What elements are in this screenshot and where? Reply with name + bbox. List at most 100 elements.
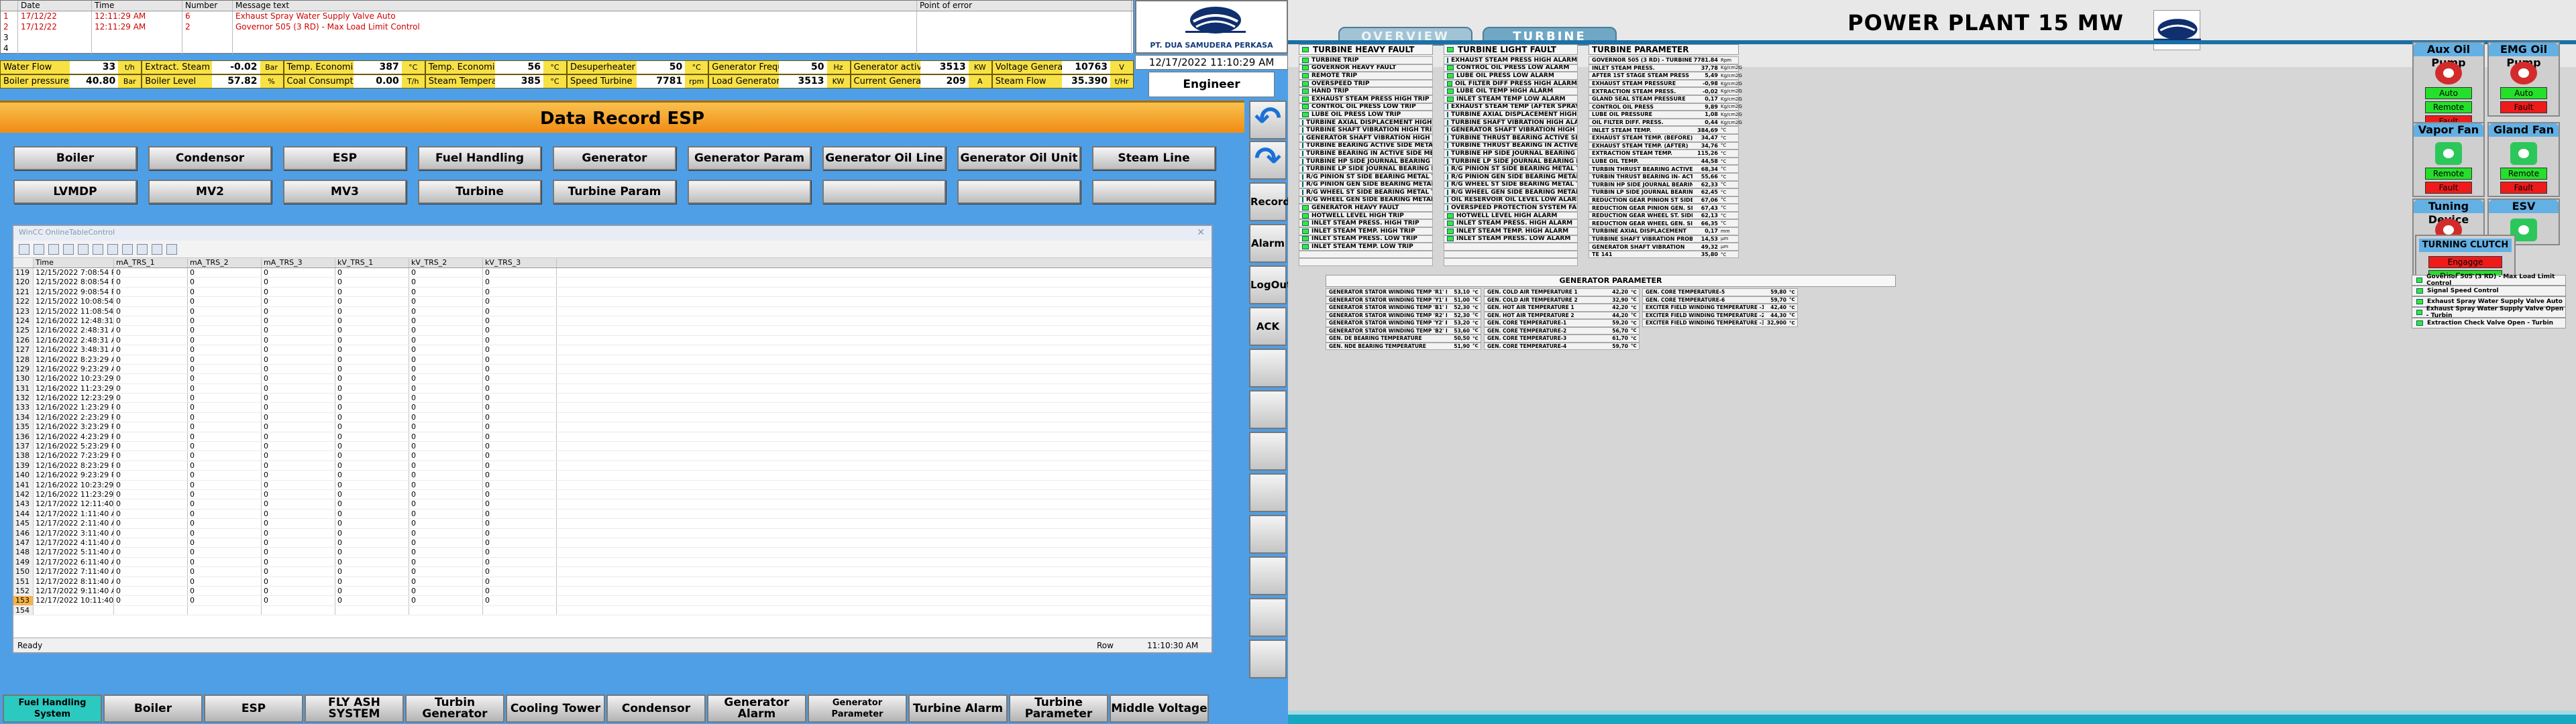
alarm-col-header[interactable] bbox=[1, 1, 18, 11]
table-row[interactable]: 125 12/16/2022 2:48:31 AM 0 0 0 0 0 0 bbox=[13, 326, 1212, 336]
grid-col-header[interactable]: mA_TRS_2 bbox=[188, 258, 262, 267]
table-row[interactable]: 134 12/16/2022 2:23:29 PM 0 0 0 0 0 0 bbox=[13, 412, 1212, 423]
nav-button[interactable] bbox=[957, 180, 1081, 204]
equipment-remote-button[interactable]: Remote bbox=[2500, 168, 2547, 180]
alarm-col-header[interactable]: Date bbox=[18, 1, 92, 11]
table-row[interactable]: 119 12/15/2022 7:08:54 PM 0 0 0 0 0 0 bbox=[13, 268, 1212, 278]
grid-col-header[interactable]: Time bbox=[34, 258, 114, 267]
bottom-nav-button[interactable]: Middle Voltage bbox=[1110, 695, 1209, 723]
toolbar-slot[interactable] bbox=[1249, 432, 1287, 471]
toolbar-slot[interactable] bbox=[1249, 515, 1287, 554]
table-row[interactable]: 13112/16/2022 11:23:29 AM000000 bbox=[13, 383, 1212, 394]
table-row[interactable]: 14112/16/2022 10:23:29 PM000000 bbox=[13, 480, 1212, 490]
record-button[interactable]: Record bbox=[1249, 182, 1290, 221]
table-row[interactable]: 140 12/16/2022 9:23:29 PM 0 0 0 0 0 0 bbox=[13, 471, 1212, 481]
bottom-nav-button[interactable]: Fuel Handling System bbox=[3, 695, 102, 723]
alarm-row[interactable]: 4 bbox=[1, 44, 1133, 54]
grid-col-header[interactable] bbox=[13, 258, 34, 267]
bottom-nav-button[interactable]: Cooling Tower bbox=[506, 695, 605, 723]
equipment-remote-button[interactable]: Remote bbox=[2425, 101, 2472, 113]
table-row[interactable]: 135 12/16/2022 3:23:29 PM 0 0 0 0 0 0 bbox=[13, 422, 1212, 432]
engage-button[interactable]: Engagge bbox=[2428, 256, 2502, 268]
equipment-remote-button[interactable]: Remote bbox=[2425, 168, 2472, 180]
time-range-icon[interactable] bbox=[122, 243, 133, 255]
equipment-fault-button[interactable]: Fault bbox=[2500, 101, 2547, 113]
bottom-nav-button[interactable]: FLY ASH SYSTEM bbox=[305, 695, 404, 723]
alarm-button[interactable]: Alarm bbox=[1249, 224, 1287, 263]
edit-icon[interactable] bbox=[78, 243, 89, 255]
equipment-auto-button[interactable]: Auto bbox=[2500, 87, 2547, 99]
alarm-col-header[interactable]: Number bbox=[182, 1, 233, 11]
equipment-fault-button[interactable]: Fault bbox=[2500, 182, 2547, 194]
nav-button[interactable]: Boiler bbox=[13, 146, 137, 170]
alarm-message-table[interactable]: Date Time Number Message text Point of error… bbox=[0, 0, 1134, 54]
bottom-nav-button[interactable]: Turbine Parameter bbox=[1009, 695, 1108, 723]
table-row[interactable]: 128 12/16/2022 8:23:29 AM 0 0 0 0 0 0 bbox=[13, 355, 1212, 365]
toolbar-slot[interactable] bbox=[1249, 390, 1287, 429]
nav-button[interactable]: Turbine Param bbox=[553, 180, 676, 204]
grid-col-header[interactable]: kV_TRS_3 bbox=[483, 258, 557, 267]
first-page-icon[interactable] bbox=[19, 243, 30, 255]
bottom-nav-button[interactable]: Generator Alarm bbox=[707, 695, 806, 723]
toolbar-slot[interactable] bbox=[1249, 349, 1287, 387]
table-row[interactable]: 133 12/16/2022 1:23:29 PM 0 0 0 0 0 0 bbox=[13, 403, 1212, 413]
logout-button[interactable]: LogOut bbox=[1249, 265, 1291, 304]
table-row[interactable]: 145 12/17/2022 2:11:40 AM 0 0 0 0 0 0 bbox=[13, 519, 1212, 529]
table-row[interactable]: 138 12/16/2022 7:23:29 PM 0 0 0 0 0 0 bbox=[13, 451, 1212, 461]
back-button[interactable]: ↶ bbox=[1249, 101, 1287, 139]
nav-button[interactable]: LVMDP bbox=[13, 180, 137, 204]
table-row[interactable]: 154 bbox=[13, 605, 1212, 616]
table-row[interactable]: 127 12/16/2022 3:48:31 AM 0 0 0 0 0 0 bbox=[13, 345, 1212, 355]
nav-button[interactable]: Generator bbox=[553, 146, 676, 170]
bottom-nav-button[interactable]: ESP bbox=[204, 695, 303, 723]
grid-col-header[interactable]: kV_TRS_2 bbox=[409, 258, 483, 267]
grid-col-header[interactable]: mA_TRS_3 bbox=[262, 258, 335, 267]
grid-col-header[interactable]: mA_TRS_1 bbox=[114, 258, 188, 267]
table-row[interactable]: 151 12/17/2022 8:11:40 AM 0 0 0 0 0 0 bbox=[13, 577, 1212, 587]
table-row[interactable]: 139 12/16/2022 8:23:29 PM 0 0 0 0 0 0 bbox=[13, 461, 1212, 471]
nav-button[interactable] bbox=[822, 180, 946, 204]
alarm-col-header[interactable]: Message text bbox=[233, 1, 917, 11]
table-row[interactable]: 12312/15/2022 11:08:54 PM000000 bbox=[13, 306, 1212, 316]
table-row[interactable]: 152 12/17/2022 9:11:40 AM 0 0 0 0 0 0 bbox=[13, 586, 1212, 597]
toolbar-slot[interactable] bbox=[1249, 556, 1287, 595]
nav-button[interactable]: Steam Line bbox=[1092, 146, 1216, 170]
equipment-fault-button[interactable]: Fault bbox=[2425, 182, 2472, 194]
table-row[interactable]: 121 12/15/2022 9:08:54 PM 0 0 0 0 0 0 bbox=[13, 287, 1212, 298]
nav-button[interactable]: Generator Oil Line bbox=[822, 146, 946, 170]
table-row[interactable]: 126 12/16/2022 2:48:31 AM 0 0 0 0 0 0 bbox=[13, 335, 1212, 346]
nav-button[interactable]: Generator Param bbox=[688, 146, 811, 170]
table-row[interactable]: 147 12/17/2022 4:11:40 AM 0 0 0 0 0 0 bbox=[13, 538, 1212, 548]
previous-page-icon[interactable] bbox=[34, 243, 44, 255]
close-icon[interactable]: ✕ bbox=[1197, 226, 1205, 239]
table-row[interactable]: 150 12/17/2022 7:11:40 AM 0 0 0 0 0 0 bbox=[13, 567, 1212, 577]
table-select-icon[interactable] bbox=[93, 243, 103, 255]
table-row[interactable]: 15312/17/2022 10:11:40 AM000000 bbox=[13, 596, 1212, 606]
nav-button[interactable] bbox=[688, 180, 811, 204]
nav-button[interactable]: MV3 bbox=[283, 180, 407, 204]
data-grid[interactable]: Time mA_TRS_1 mA_TRS_2 mA_TRS_3 kV_TRS_1 kV_T… bbox=[13, 258, 1212, 634]
table-row[interactable]: 12212/15/2022 10:08:54 PM000000 bbox=[13, 297, 1212, 307]
equipment-auto-button[interactable]: Auto bbox=[2425, 87, 2472, 99]
nav-button[interactable]: ESP bbox=[283, 146, 407, 170]
toolbar-slot[interactable] bbox=[1249, 640, 1287, 678]
table-row[interactable]: 148 12/17/2022 5:11:40 AM 0 0 0 0 0 0 bbox=[13, 548, 1212, 558]
table-row[interactable]: 13212/16/2022 12:23:29 PM000000 bbox=[13, 394, 1212, 404]
alarm-row[interactable]: 3 bbox=[1, 33, 1133, 44]
table-row[interactable]: 13012/16/2022 10:23:29 AM000000 bbox=[13, 374, 1212, 384]
alarm-row[interactable]: 1 17/12/22 12:11:29 AM 6 Exhaust Spray Water… bbox=[1, 11, 1133, 22]
bottom-nav-button[interactable]: Generator Parameter bbox=[808, 695, 907, 723]
export-icon[interactable] bbox=[166, 243, 177, 255]
alarm-col-header[interactable]: Time bbox=[92, 1, 182, 11]
refresh-icon[interactable] bbox=[137, 243, 148, 255]
columns-icon[interactable] bbox=[107, 243, 118, 255]
table-row[interactable]: 14312/17/2022 12:11:40 AM000000 bbox=[13, 499, 1212, 509]
bottom-nav-button[interactable]: Turbin Generator bbox=[405, 695, 504, 723]
table-row[interactable]: 146 12/17/2022 3:11:40 AM 0 0 0 0 0 0 bbox=[13, 528, 1212, 538]
table-row[interactable]: 137 12/16/2022 5:23:29 PM 0 0 0 0 0 0 bbox=[13, 442, 1212, 452]
next-page-icon[interactable] bbox=[48, 243, 59, 255]
alarm-row[interactable]: 2 17/12/22 12:11:29 AM 2 Governor 505 (3 RD)… bbox=[1, 22, 1133, 33]
table-row[interactable]: 14212/16/2022 11:23:29 PM000000 bbox=[13, 489, 1212, 500]
user-role[interactable]: Engineer bbox=[1148, 72, 1275, 97]
nav-button[interactable]: Fuel Handling bbox=[418, 146, 541, 170]
